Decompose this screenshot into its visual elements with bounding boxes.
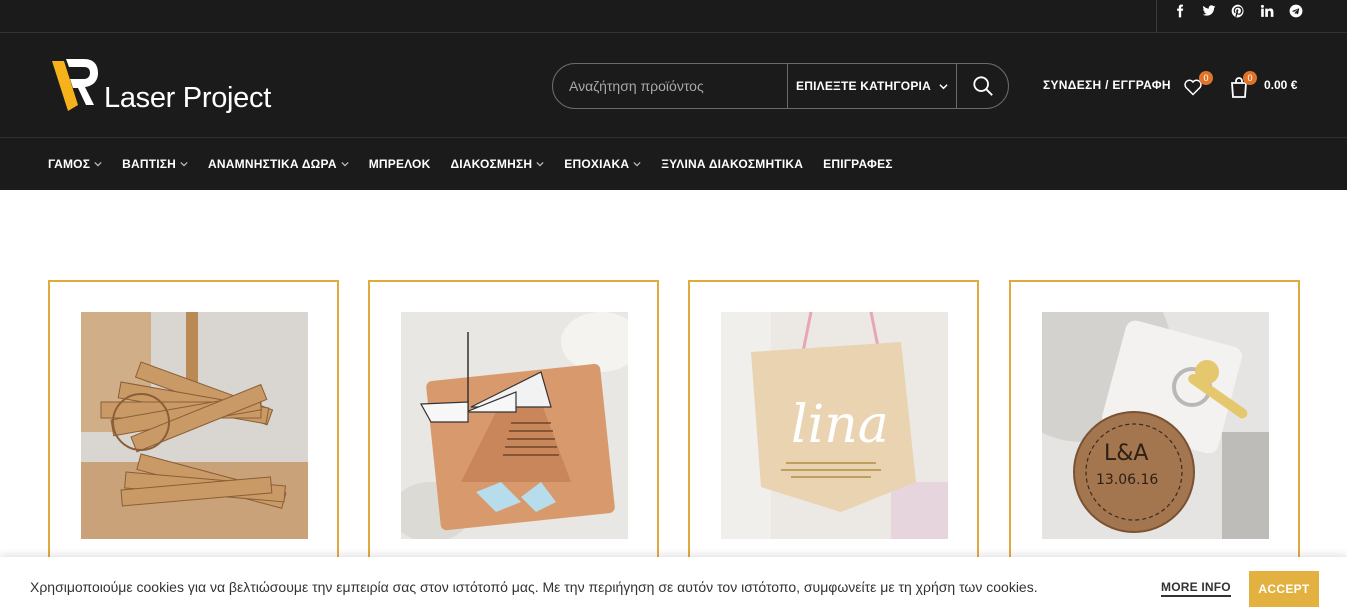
nav-item-diakosmisi[interactable]: ΔΙΑΚΟΣΜΗΣΗ — [450, 157, 544, 171]
nav-item-xylina-diakosmitika[interactable]: ΞΥΛΙΝΑ ΔΙΑΚΟΣΜΗΤΙΚΑ — [661, 157, 803, 171]
nav-item-mprelok[interactable]: ΜΠΡΕΛΟΚ — [369, 157, 431, 171]
facebook-icon[interactable] — [1172, 3, 1188, 19]
search-button[interactable] — [957, 64, 1008, 108]
nav-item-label: ΕΠΙΓΡΑΦΕΣ — [823, 157, 893, 171]
nav-item-label: ΓΑΜΟΣ — [48, 157, 91, 171]
category-select-label: ΕΠΙΛΕΞΤΕ ΚΑΤΗΓΟΡΙΑ — [796, 79, 931, 93]
wishlist-button[interactable]: 0 — [1183, 71, 1213, 97]
top-bar — [0, 0, 1347, 33]
chevron-down-icon — [180, 161, 188, 167]
product-search-form: ΕΠΙΛΕΞΤΕ ΚΑΤΗΓΟΡΙΑ — [552, 63, 1009, 109]
nav-item-epigrafes[interactable]: ΕΠΙΓΡΑΦΕΣ — [823, 157, 893, 171]
chevron-down-icon — [94, 161, 102, 167]
nav-item-label: ΜΠΡΕΛΟΚ — [368, 157, 431, 171]
cart-total[interactable]: 0.00 € — [1264, 78, 1297, 92]
product-image-keychain[interactable]: L&A 13.06.16 — [1042, 312, 1269, 539]
pinterest-icon[interactable] — [1230, 3, 1246, 19]
nav-item-epoxiaka[interactable]: ΕΠΟΧΙΑΚΑ — [564, 157, 641, 171]
nav-item-label: ΒΑΠΤΙΣΗ — [122, 157, 177, 171]
nav-item-label: ΞΥΛΙΝΑ ΔΙΑΚΟΣΜΗΤΙΚΑ — [661, 157, 804, 171]
category-select[interactable]: ΕΠΙΛΕΞΤΕ ΚΑΤΗΓΟΡΙΑ — [787, 64, 957, 108]
product-engraving-text: L&A — [1104, 441, 1148, 466]
login-register-link[interactable]: ΣΥΝΔΕΣΗ / ΕΓΓΡΑΦΗ — [1043, 78, 1171, 92]
cookie-accept-button[interactable]: ACCEPT — [1249, 571, 1319, 607]
nav-item-anamnistika-dora[interactable]: ΑΝΑΜΝΗΣΤΙΚΑ ΔΩΡΑ — [208, 157, 349, 171]
product-engraving-date: 13.06.16 — [1096, 472, 1158, 488]
nav-item-label: ΑΝΑΜΝΗΣΤΙΚΑ ΔΩΡΑ — [208, 157, 337, 171]
cart-count-badge: 0 — [1243, 71, 1257, 85]
product-engraving-text: lina — [791, 395, 889, 455]
product-card[interactable]: lina — [688, 280, 979, 580]
chevron-down-icon — [341, 161, 349, 167]
chevron-down-icon — [939, 83, 948, 89]
cookie-message: Χρησιμοποιούμε cookies για να βελτιώσουμ… — [30, 579, 1038, 595]
top-bar-divider — [1156, 0, 1157, 33]
main-header: Laser Project ΕΠΙΛΕΞΤΕ ΚΑΤΗΓΟΡΙΑ ΣΥΝΔΕΣΗ… — [0, 33, 1347, 138]
nav-item-label: ΕΠΟΧΙΑΚΑ — [564, 157, 630, 171]
nav-menu: ΓΑΜΟΣ ΒΑΠΤΙΣΗ ΑΝΑΜΝΗΣΤΙΚΑ ΔΩΡΑ ΜΠΡΕΛΟΚ Δ… — [48, 157, 913, 171]
telegram-icon[interactable] — [1288, 3, 1304, 19]
product-card[interactable] — [48, 280, 339, 580]
product-card[interactable]: L&A 13.06.16 — [1009, 280, 1300, 580]
linkedin-icon[interactable] — [1259, 3, 1275, 19]
cookie-more-info-link[interactable]: MORE INFO — [1161, 580, 1231, 597]
cookie-consent-bar: Χρησιμοποιούμε cookies για να βελτιώσουμ… — [0, 557, 1347, 616]
search-icon — [972, 76, 993, 96]
nav-item-label: ΔΙΑΚΟΣΜΗΣΗ — [450, 157, 533, 171]
wishlist-count-badge: 0 — [1199, 71, 1213, 85]
nav-item-vaptisi[interactable]: ΒΑΠΤΙΣΗ — [122, 157, 188, 171]
main-navigation: ΓΑΜΟΣ ΒΑΠΤΙΣΗ ΑΝΑΜΝΗΣΤΙΚΑ ΔΩΡΑ ΜΠΡΕΛΟΚ Δ… — [0, 138, 1347, 190]
search-input[interactable] — [553, 64, 787, 108]
nav-item-gamos[interactable]: ΓΑΜΟΣ — [48, 157, 102, 171]
product-image-spiral-guestbook[interactable] — [81, 312, 308, 539]
product-image-boat-invitation[interactable] — [401, 312, 628, 539]
logo-text: Laser Project — [104, 82, 271, 114]
logo-mark-icon — [52, 59, 98, 111]
twitter-icon[interactable] — [1201, 3, 1217, 19]
product-image-name-banner[interactable]: lina — [721, 312, 948, 539]
site-logo[interactable]: Laser Project — [48, 55, 271, 113]
cart-button[interactable]: 0 — [1229, 71, 1257, 98]
product-card[interactable] — [368, 280, 659, 580]
chevron-down-icon — [633, 161, 641, 167]
social-links — [1172, 3, 1304, 19]
chevron-down-icon — [536, 161, 544, 167]
